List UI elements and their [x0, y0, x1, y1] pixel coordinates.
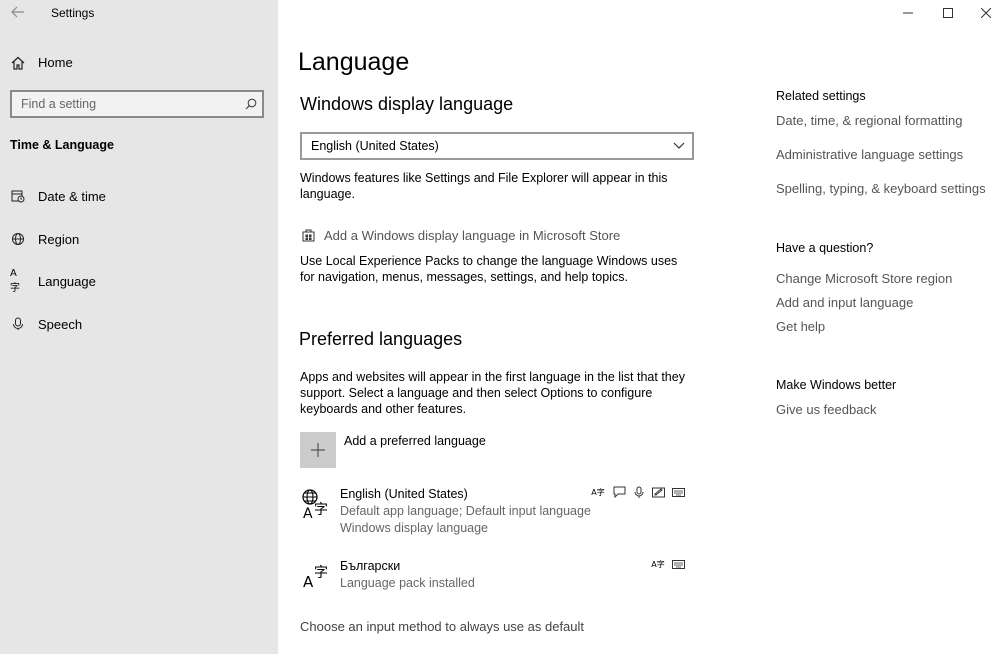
question-heading: Have a question? — [776, 241, 874, 255]
display-language-dropdown[interactable]: English (United States) — [300, 132, 694, 160]
preferred-languages-description: Apps and websites will appear in the fir… — [300, 370, 685, 416]
text-to-speech-icon — [612, 485, 626, 499]
question-link-store-region[interactable]: Change Microsoft Store region — [776, 271, 952, 286]
related-link-spelling[interactable]: Spelling, typing, & keyboard settings — [776, 181, 986, 196]
language-icon: A 字 — [300, 561, 332, 591]
display-language-description: Windows features like Settings and File … — [300, 171, 668, 201]
close-icon — [980, 6, 992, 21]
sidebar-item-label: Home — [38, 55, 73, 70]
chevron-down-icon — [672, 140, 686, 152]
search-icon[interactable] — [244, 97, 258, 111]
language-icon: A 字 — [300, 488, 332, 520]
back-arrow-icon[interactable] — [8, 4, 28, 20]
microphone-icon — [10, 316, 26, 332]
calendar-clock-icon — [10, 188, 26, 204]
display-language-icon: A字 — [591, 487, 605, 497]
svg-text:字: 字 — [314, 502, 328, 518]
sidebar-item-label: Language — [38, 274, 96, 289]
language-icon: A字 — [10, 268, 20, 294]
store-link-label: Add a Windows display language in Micros… — [324, 228, 621, 243]
display-language-heading: Windows display language — [300, 94, 514, 114]
related-link-date-time[interactable]: Date, time, & regional formatting — [776, 113, 962, 128]
preferred-languages-heading: Preferred languages — [299, 329, 463, 349]
language-detail: Windows display language — [340, 521, 489, 535]
search-placeholder: Find a setting — [21, 97, 97, 111]
language-detail: Language pack installed — [340, 576, 475, 590]
sidebar: Settings Home Find a setting Time & Lang… — [0, 0, 278, 654]
search-input[interactable]: Find a setting — [10, 90, 264, 118]
keyboard-icon — [671, 485, 685, 499]
dropdown-value: English (United States) — [311, 139, 439, 153]
sidebar-item-label: Date & time — [38, 189, 106, 204]
svg-text:字: 字 — [314, 565, 328, 581]
maximize-icon — [943, 6, 953, 21]
related-link-admin-language[interactable]: Administrative language settings — [776, 147, 963, 162]
page-title: Language — [298, 48, 410, 76]
window-title: Settings — [51, 6, 95, 20]
sidebar-item-label: Region — [38, 232, 80, 247]
home-icon — [10, 55, 26, 71]
question-link-get-help[interactable]: Get help — [776, 319, 825, 334]
plus-icon — [300, 432, 336, 468]
make-windows-better-heading: Make Windows better — [776, 378, 897, 392]
close-button[interactable] — [963, 0, 1000, 26]
globe-icon — [10, 231, 26, 247]
add-preferred-language-label: Add a preferred language — [344, 434, 486, 448]
sidebar-item-label: Speech — [38, 317, 83, 332]
language-name: English (United States) — [340, 487, 468, 501]
feedback-link[interactable]: Give us feedback — [776, 402, 876, 417]
handwriting-icon — [651, 485, 665, 499]
display-language-icon: A字 — [651, 559, 665, 569]
minimize-icon — [903, 6, 913, 21]
speech-recognition-icon — [632, 485, 646, 499]
question-link-input-language[interactable]: Add and input language — [776, 295, 913, 310]
related-settings-heading: Related settings — [776, 89, 866, 103]
input-method-link[interactable]: Choose an input method to always use as … — [300, 619, 584, 634]
sidebar-section-title: Time & Language — [10, 138, 114, 152]
svg-text:A: A — [303, 573, 314, 591]
svg-text:A: A — [303, 506, 313, 520]
store-description: Use Local Experience Packs to change the… — [300, 254, 678, 284]
store-icon — [300, 227, 316, 243]
language-detail: Default app language; Default input lang… — [340, 504, 591, 518]
keyboard-icon — [671, 557, 685, 571]
language-name: Български — [340, 559, 401, 573]
